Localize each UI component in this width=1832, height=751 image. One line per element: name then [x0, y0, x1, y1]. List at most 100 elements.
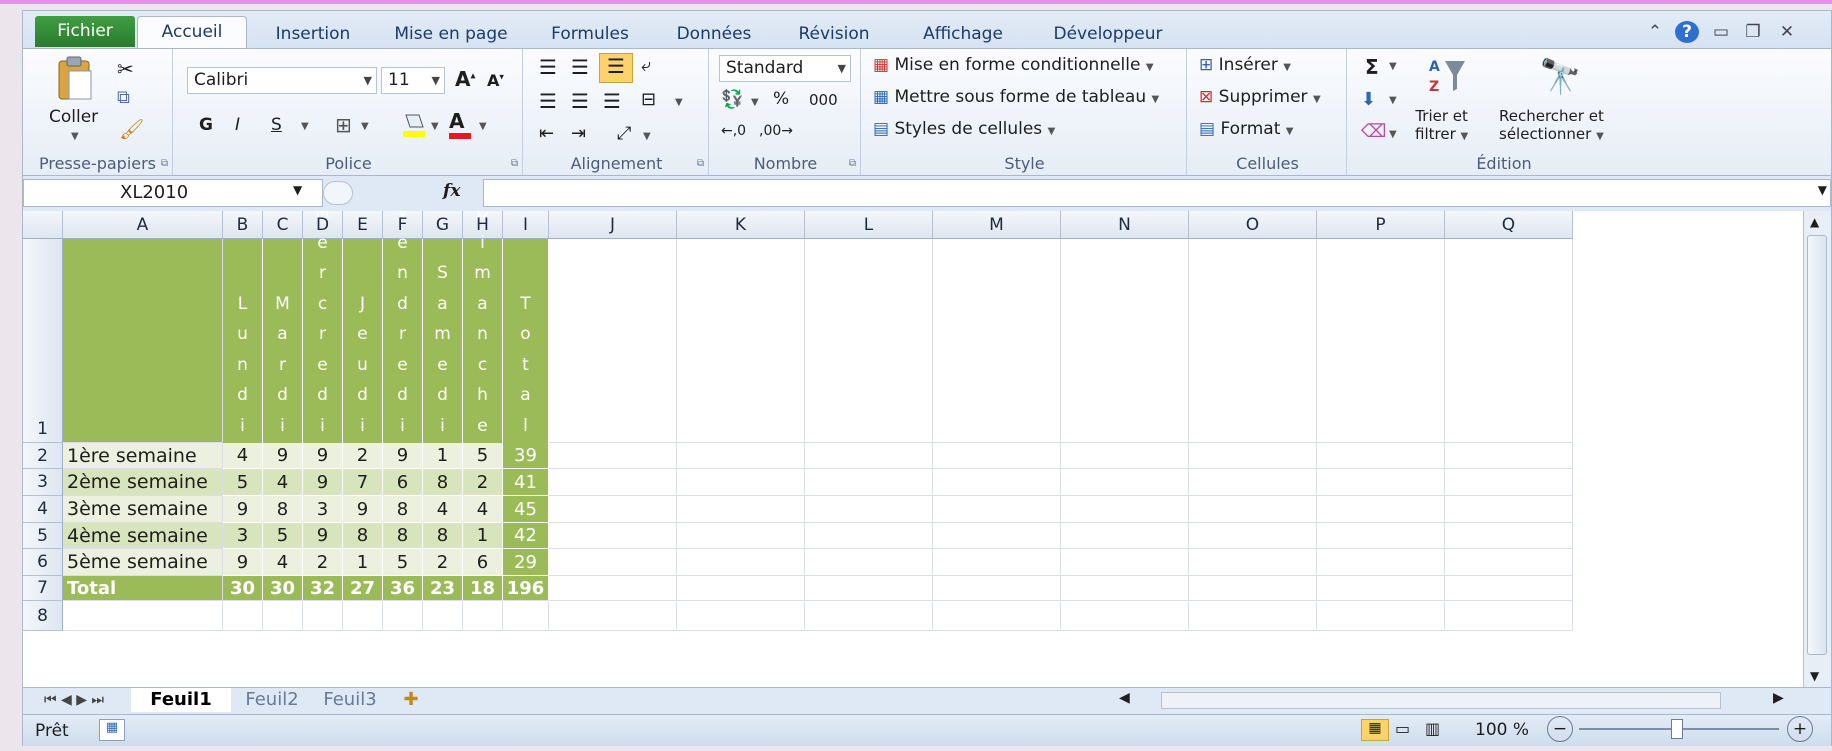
- grid-cell[interactable]: [933, 576, 1061, 601]
- insert-sheet-icon[interactable]: ✚: [393, 688, 429, 712]
- format-as-table-button[interactable]: ▦ Mettre sous forme de tableau ▼: [873, 87, 1159, 107]
- grid-cell[interactable]: [303, 601, 343, 631]
- column-header-l[interactable]: L: [805, 211, 933, 239]
- grid-cell[interactable]: [549, 469, 677, 496]
- accounting-format-icon[interactable]: 💱: [721, 89, 743, 110]
- grid-cell[interactable]: [1189, 496, 1317, 523]
- grid-cell[interactable]: [677, 549, 805, 576]
- column-header-e[interactable]: E: [343, 211, 383, 239]
- tab-file[interactable]: Fichier: [35, 16, 135, 47]
- row-total-cell[interactable]: 29: [503, 549, 549, 576]
- close-window-icon[interactable]: ✕: [1775, 21, 1799, 43]
- grid-cell[interactable]: [1317, 523, 1445, 549]
- row-header-3[interactable]: 3: [23, 469, 63, 496]
- value-cell[interactable]: 4: [423, 496, 463, 523]
- normal-view-icon[interactable]: ▦: [1361, 719, 1389, 741]
- grid-cell[interactable]: [933, 239, 1061, 443]
- row-total-cell[interactable]: 45: [503, 496, 549, 523]
- scroll-down-icon[interactable]: ▼: [1810, 669, 1819, 683]
- tab-home[interactable]: Accueil: [137, 16, 247, 49]
- delete-cells-button[interactable]: ⊠ Supprimer ▼: [1199, 87, 1321, 107]
- value-cell[interactable]: 9: [303, 523, 343, 549]
- column-header-c[interactable]: C: [263, 211, 303, 239]
- align-center-icon[interactable]: ☰: [571, 89, 589, 113]
- column-header-g[interactable]: G: [423, 211, 463, 239]
- grid-cell[interactable]: [549, 523, 677, 549]
- font-color-icon[interactable]: A: [449, 109, 471, 139]
- insert-cells-button[interactable]: ⊞ Insérer ▼: [1199, 55, 1291, 75]
- column-header-n[interactable]: N: [1061, 211, 1189, 239]
- grid-cell[interactable]: [805, 523, 933, 549]
- cut-icon[interactable]: ✂: [117, 57, 134, 81]
- value-cell[interactable]: 2: [463, 469, 503, 496]
- fill-color-icon[interactable]: [401, 111, 427, 143]
- macro-record-icon[interactable]: ▦: [99, 719, 125, 741]
- value-cell[interactable]: 6: [463, 549, 503, 576]
- column-header-p[interactable]: P: [1317, 211, 1445, 239]
- grid-cell[interactable]: [805, 576, 933, 601]
- tab-insert[interactable]: Insertion: [263, 19, 363, 49]
- column-header-k[interactable]: K: [677, 211, 805, 239]
- minimize-ribbon-icon[interactable]: ⌃: [1643, 21, 1667, 43]
- day-header-dimanche[interactable]: Dimanche: [463, 211, 503, 443]
- wrap-text-icon[interactable]: ⤶: [641, 55, 651, 76]
- page-layout-view-icon[interactable]: ▭: [1395, 719, 1410, 738]
- scroll-left-icon[interactable]: ◀: [1119, 690, 1130, 706]
- orientation-dropdown-icon[interactable]: ▼: [643, 131, 651, 142]
- value-cell[interactable]: 1: [423, 443, 463, 469]
- value-cell[interactable]: 9: [303, 443, 343, 469]
- alignment-launcher-icon[interactable]: ⧉: [697, 158, 704, 169]
- grid-cell[interactable]: [1061, 601, 1189, 631]
- row-header-1[interactable]: 1: [23, 239, 63, 443]
- value-cell[interactable]: 1: [463, 523, 503, 549]
- align-top-icon[interactable]: ☰: [539, 55, 557, 79]
- value-cell[interactable]: 1: [343, 549, 383, 576]
- value-cell[interactable]: 8: [383, 496, 423, 523]
- week-label-cell[interactable]: 4ème semaine: [63, 523, 223, 549]
- increase-decimal-icon[interactable]: ←,0: [721, 123, 746, 139]
- formula-bar-resize-icon[interactable]: [323, 181, 353, 205]
- column-total-cell[interactable]: 196: [503, 576, 549, 601]
- name-box-dropdown-icon[interactable]: ▼: [293, 183, 302, 197]
- fill-down-icon[interactable]: ⬇: [1361, 89, 1376, 110]
- restore-window-icon[interactable]: ❐: [1741, 21, 1765, 43]
- minimize-window-icon[interactable]: ▭: [1709, 21, 1733, 43]
- align-bottom-icon[interactable]: ☰: [599, 53, 633, 83]
- header-cell-a1[interactable]: [63, 239, 223, 443]
- font-color-dropdown-icon[interactable]: ▼: [479, 121, 487, 132]
- zoom-slider-thumb[interactable]: [1671, 719, 1683, 739]
- grid-cell[interactable]: [223, 601, 263, 631]
- cell-styles-button[interactable]: ▤ Styles de cellules ▼: [873, 119, 1055, 139]
- tab-page-layout[interactable]: Mise en page: [381, 19, 521, 49]
- grid-cell[interactable]: [805, 469, 933, 496]
- grid-cell[interactable]: [1445, 601, 1573, 631]
- column-total-cell[interactable]: 36: [383, 576, 423, 601]
- grid-cell[interactable]: [1445, 469, 1573, 496]
- value-cell[interactable]: 9: [383, 443, 423, 469]
- row-header-8[interactable]: 8: [23, 601, 63, 631]
- fill-dropdown-icon[interactable]: ▼: [1389, 95, 1397, 106]
- week-label-cell[interactable]: 3ème semaine: [63, 496, 223, 523]
- row-total-cell[interactable]: 41: [503, 469, 549, 496]
- grid-cell[interactable]: [1317, 496, 1445, 523]
- grid-cell[interactable]: [1189, 601, 1317, 631]
- format-cells-button[interactable]: ▤ Format ▼: [1199, 119, 1294, 139]
- grid-cell[interactable]: [549, 496, 677, 523]
- increase-font-icon[interactable]: A▴: [455, 67, 476, 91]
- format-painter-icon[interactable]: 🖌: [119, 117, 144, 141]
- column-total-cell[interactable]: 30: [263, 576, 303, 601]
- grid-cell[interactable]: [1061, 576, 1189, 601]
- grid-cell[interactable]: [549, 576, 677, 601]
- grid-cell[interactable]: [1189, 523, 1317, 549]
- bold-button[interactable]: G: [199, 115, 213, 135]
- row-header-6[interactable]: 6: [23, 549, 63, 576]
- grid-cell[interactable]: [549, 549, 677, 576]
- grid-cell[interactable]: [503, 601, 549, 631]
- select-all-corner[interactable]: [23, 211, 63, 239]
- value-cell[interactable]: 4: [223, 443, 263, 469]
- grid-cell[interactable]: [1061, 239, 1189, 443]
- accounting-dropdown-icon[interactable]: ▼: [751, 97, 759, 108]
- column-header-j[interactable]: J: [549, 211, 677, 239]
- paste-dropdown-icon[interactable]: ▼: [71, 131, 79, 142]
- tab-developer[interactable]: Développeur: [1033, 19, 1183, 49]
